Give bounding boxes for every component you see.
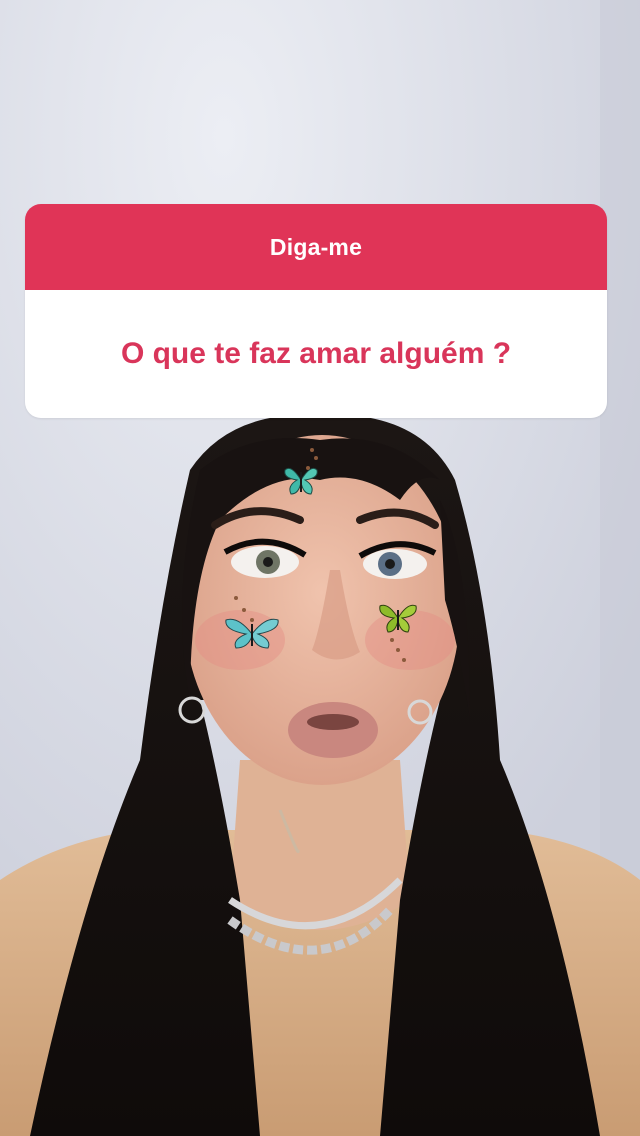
question-sticker-title: Diga-me: [269, 233, 363, 260]
butterfly-left-cheek-icon: [225, 618, 279, 649]
butterfly-right-cheek-icon: [379, 604, 417, 633]
question-sticker-header: Diga-me: [25, 204, 607, 290]
question-text: O que te faz amar alguém ?: [120, 337, 512, 370]
butterfly-forehead-icon: [284, 467, 318, 495]
story-photo-background: [0, 0, 640, 1136]
question-sticker-body[interactable]: O que te faz amar alguém ?: [25, 290, 607, 418]
question-sticker[interactable]: Diga-me O que te faz amar alguém ?: [25, 204, 607, 418]
